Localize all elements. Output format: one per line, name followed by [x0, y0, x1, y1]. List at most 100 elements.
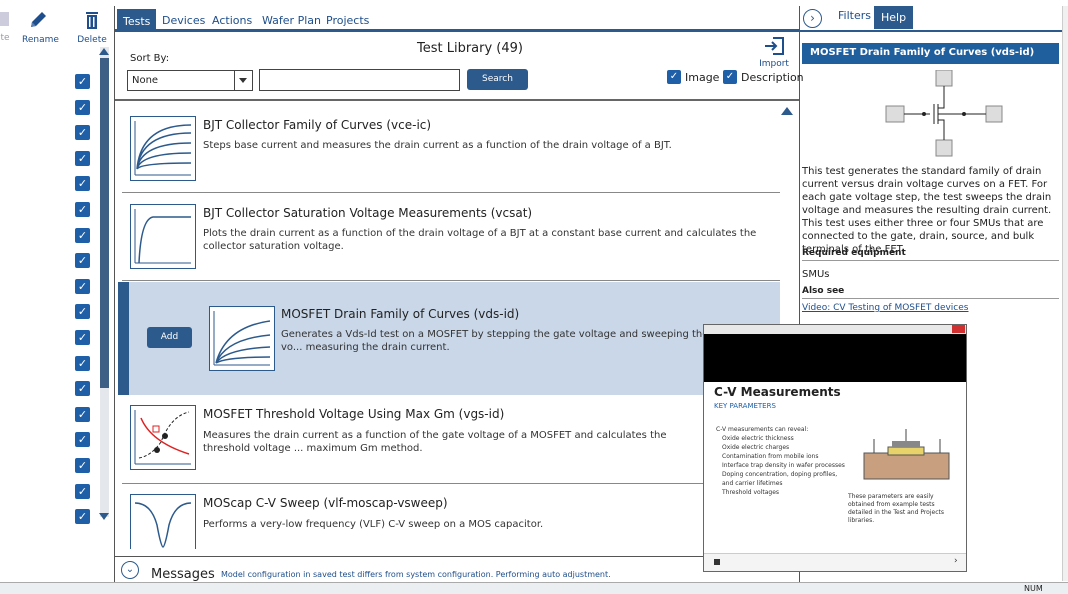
add-button[interactable]: Add	[147, 327, 192, 348]
test-description: Performs a very-low frequency (VLF) C-V …	[203, 519, 544, 530]
import-label: Import	[759, 59, 789, 69]
delete-label: Delete	[77, 35, 107, 45]
sort-select-value: None	[132, 75, 159, 86]
test-thumbnail	[209, 306, 275, 371]
test-thumbnail	[130, 116, 196, 181]
sidebar-checkbox[interactable]: ✓	[75, 458, 90, 473]
sidebar-checkbox[interactable]: ✓	[75, 227, 90, 243]
sidebar-checkbox[interactable]: ✓	[75, 125, 90, 141]
schematic-diagram	[884, 69, 1004, 158]
pencil-icon	[28, 12, 48, 33]
scroll-up-icon[interactable]	[99, 48, 109, 55]
delete-button[interactable]: Delete	[76, 10, 108, 45]
image-checkbox[interactable]: ✓	[667, 70, 681, 84]
list-item[interactable]: MOScap C-V Sweep (vlf-moscap-vsweep) Per…	[122, 485, 780, 549]
test-title: BJT Collector Saturation Voltage Measure…	[203, 206, 533, 220]
required-equipment-label: Required equipment	[802, 248, 1059, 261]
next-icon[interactable]: ›	[954, 556, 958, 566]
test-thumbnail	[130, 204, 196, 269]
video-controls[interactable]: ›	[704, 553, 966, 571]
slide-subtitle: KEY PARAMETERS	[714, 402, 776, 410]
test-title: MOSFET Drain Family of Curves (vds-id)	[281, 307, 520, 321]
test-thumbnail	[130, 494, 196, 549]
sidebar-scroll-thumb[interactable]	[100, 58, 109, 388]
tab-help[interactable]: Help	[874, 6, 914, 29]
scroll-down-icon[interactable]	[99, 513, 109, 520]
sidebar-checkbox[interactable]: ✓	[75, 253, 90, 269]
test-description: Measures the drain current as a function…	[203, 430, 667, 454]
list-top-divider	[115, 99, 799, 101]
sort-by-label: Sort By:	[130, 53, 170, 64]
test-title: MOScap C-V Sweep (vlf-moscap-vsweep)	[203, 496, 448, 510]
test-description: Generates a Vds-Id test on a MOSFET by s…	[281, 329, 738, 353]
import-icon	[763, 37, 785, 59]
tab-wafer-plan[interactable]: Wafer Plan	[262, 14, 321, 27]
video-popup[interactable]: C-V Measurements KEY PARAMETERS C-V meas…	[703, 324, 967, 572]
status-bar: NUM	[0, 582, 1068, 594]
partial-toolbar-label: te	[0, 33, 10, 43]
list-item[interactable]: BJT Collector Family of Curves (vce-ic) …	[122, 107, 780, 193]
sidebar-checkbox[interactable]: ✓	[75, 278, 90, 294]
rename-label: Rename	[22, 35, 59, 45]
list-item[interactable]: MOSFET Threshold Voltage Using Max Gm (v…	[122, 396, 780, 484]
video-link[interactable]: Video: CV Testing of MOSFET devices	[802, 303, 968, 313]
list-scroll-up-icon[interactable]	[781, 107, 793, 115]
messages-divider	[115, 556, 799, 557]
sidebar-checkbox[interactable]: ✓	[75, 202, 90, 217]
tab-actions[interactable]: Actions	[212, 14, 252, 27]
sidebar-checkbox[interactable]: ✓	[75, 330, 90, 345]
sort-select[interactable]: None	[127, 70, 253, 91]
messages-text: Model configuration in saved test differ…	[221, 570, 611, 579]
sidebar-checkbox[interactable]: ✓	[75, 304, 90, 320]
tab-tests[interactable]: Tests	[117, 9, 157, 32]
description-label: Description	[741, 71, 804, 84]
chevron-down-circle-icon[interactable]: ⌄	[121, 561, 139, 579]
tab-devices[interactable]: Devices	[162, 14, 205, 27]
chevron-down-icon	[239, 78, 247, 83]
partial-toolbar-button[interactable]: te	[0, 10, 10, 43]
chevron-right-circle-icon[interactable]: ›	[803, 9, 822, 28]
help-heading: MOSFET Drain Family of Curves (vds-id)	[802, 43, 1059, 64]
also-see-label: Also see	[802, 286, 1059, 299]
slide-bullets: C-V measurements can reveal: Oxide elect…	[716, 426, 845, 496]
image-label: Image	[685, 71, 720, 84]
sidebar-checkbox[interactable]: ✓	[75, 381, 90, 397]
num-lock-indicator: NUM	[1024, 584, 1043, 593]
help-body: This test generates the standard family …	[802, 166, 1052, 255]
test-title: BJT Collector Family of Curves (vce-ic)	[203, 118, 432, 132]
test-description: Plots the drain current as a function of…	[203, 228, 757, 252]
sidebar-checkbox[interactable]: ✓	[75, 483, 90, 499]
slide-device-diagram	[844, 425, 959, 487]
search-button[interactable]: Search	[467, 69, 528, 90]
tab-bar: Tests Devices Actions Wafer Plan Project…	[115, 6, 799, 32]
test-thumbnail	[130, 405, 196, 470]
test-title: MOSFET Threshold Voltage Using Max Gm (v…	[203, 407, 505, 421]
rename-button[interactable]: Rename	[22, 10, 59, 45]
description-checkbox[interactable]: ✓	[723, 70, 737, 84]
video-titlebar	[704, 325, 966, 334]
list-item[interactable]: BJT Collector Saturation Voltage Measure…	[122, 193, 780, 281]
sidebar-checkbox[interactable]: ✓	[75, 406, 90, 422]
selected-row[interactable]: Add MOSFET Drain Family of Curves (vds-i…	[118, 282, 780, 395]
sidebar-checkbox[interactable]: ✓	[75, 509, 90, 525]
video-black-area	[704, 334, 966, 382]
play-icon[interactable]	[714, 559, 720, 565]
sidebar-checkbox[interactable]: ✓	[75, 176, 90, 192]
search-input[interactable]	[259, 69, 460, 91]
tab-filters[interactable]: Filters	[838, 9, 871, 22]
close-icon[interactable]	[952, 325, 965, 333]
slide-title: C-V Measurements	[714, 385, 841, 399]
import-button[interactable]: Import	[759, 36, 789, 69]
sidebar-checkbox[interactable]: ✓	[75, 74, 90, 89]
trash-icon	[82, 12, 102, 33]
right-tab-underline	[800, 30, 1062, 32]
slide-caption: These parameters are easily obtained fro…	[848, 493, 944, 524]
sidebar-checkbox[interactable]: ✓	[75, 150, 90, 166]
messages-label: Messages	[151, 567, 215, 582]
library-title: Test Library (49)	[416, 41, 523, 56]
right-edge-scrollbar	[1062, 6, 1068, 581]
sidebar-checkbox[interactable]: ✓	[75, 99, 90, 115]
sidebar-checkbox[interactable]: ✓	[75, 432, 90, 448]
sidebar-checkbox[interactable]: ✓	[75, 355, 90, 371]
tab-projects[interactable]: Projects	[326, 14, 369, 27]
